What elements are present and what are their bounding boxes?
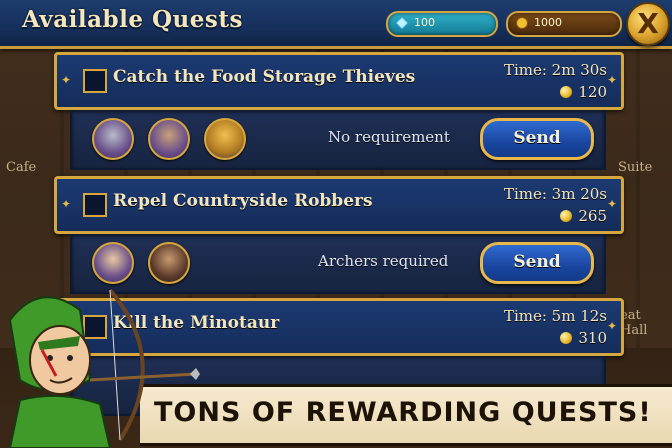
quest-reward-value: 310 bbox=[578, 329, 607, 347]
send-button[interactable]: Send bbox=[480, 118, 594, 160]
coin-icon bbox=[560, 332, 573, 344]
quest-time: Time: 2m 30s bbox=[503, 61, 607, 79]
quest-name: Repel Countryside Robbers bbox=[113, 191, 373, 211]
coin-icon bbox=[560, 86, 573, 98]
send-label: Send bbox=[513, 252, 561, 272]
quest-reward-value: 265 bbox=[578, 207, 607, 225]
quest-header[interactable]: ✦ ✦ Catch the Food Storage Thieves Time:… bbox=[54, 52, 624, 110]
page-title: Available Quests bbox=[22, 6, 243, 33]
quest-reward: 120 bbox=[560, 83, 607, 101]
quest-checkbox[interactable] bbox=[83, 193, 107, 217]
ornament-icon: ✦ bbox=[61, 197, 72, 211]
close-icon: X bbox=[637, 7, 659, 40]
quest-detail: No requirement Send bbox=[70, 110, 606, 170]
archer-character-icon bbox=[8, 288, 200, 448]
close-button[interactable]: X bbox=[626, 2, 670, 46]
send-label: Send bbox=[513, 128, 561, 148]
ornament-icon: ✦ bbox=[61, 73, 72, 87]
quest-requirement: No requirement bbox=[328, 128, 450, 146]
quest-name: Catch the Food Storage Thieves bbox=[113, 67, 416, 87]
quest-reward: 265 bbox=[560, 207, 607, 225]
archer-icon[interactable] bbox=[92, 242, 134, 284]
quest-header[interactable]: ✦ ✦ Repel Countryside Robbers Time: 3m 2… bbox=[54, 176, 624, 234]
spartan-icon[interactable] bbox=[204, 118, 246, 160]
gold-counter[interactable]: 1000 bbox=[506, 11, 622, 37]
coin-icon bbox=[516, 17, 528, 29]
gems-value: 100 bbox=[414, 16, 435, 29]
gems-counter[interactable]: 100 bbox=[386, 11, 498, 37]
banner-text: TONS OF REWARDING QUESTS! bbox=[154, 397, 652, 428]
quest-reward: 310 bbox=[560, 329, 607, 347]
coin-icon bbox=[560, 210, 573, 222]
knight-icon[interactable] bbox=[92, 118, 134, 160]
ornament-icon: ✦ bbox=[606, 197, 617, 211]
warrior-icon[interactable] bbox=[148, 118, 190, 160]
send-button[interactable]: Send bbox=[480, 242, 594, 284]
ornament-icon: ✦ bbox=[606, 73, 617, 87]
quest-checkbox[interactable] bbox=[83, 69, 107, 93]
gem-icon bbox=[396, 17, 408, 29]
quest-reward-value: 120 bbox=[578, 83, 607, 101]
quests-header: Available Quests 100 1000 X bbox=[0, 0, 672, 49]
promo-banner: TONS OF REWARDING QUESTS! bbox=[140, 384, 672, 446]
gold-value: 1000 bbox=[534, 16, 562, 29]
quest-time: Time: 3m 20s bbox=[503, 185, 607, 203]
quest-requirement: Archers required bbox=[318, 252, 449, 270]
ornament-icon: ✦ bbox=[606, 319, 617, 333]
quest-time: Time: 5m 12s bbox=[503, 307, 607, 325]
rogue-icon[interactable] bbox=[148, 242, 190, 284]
